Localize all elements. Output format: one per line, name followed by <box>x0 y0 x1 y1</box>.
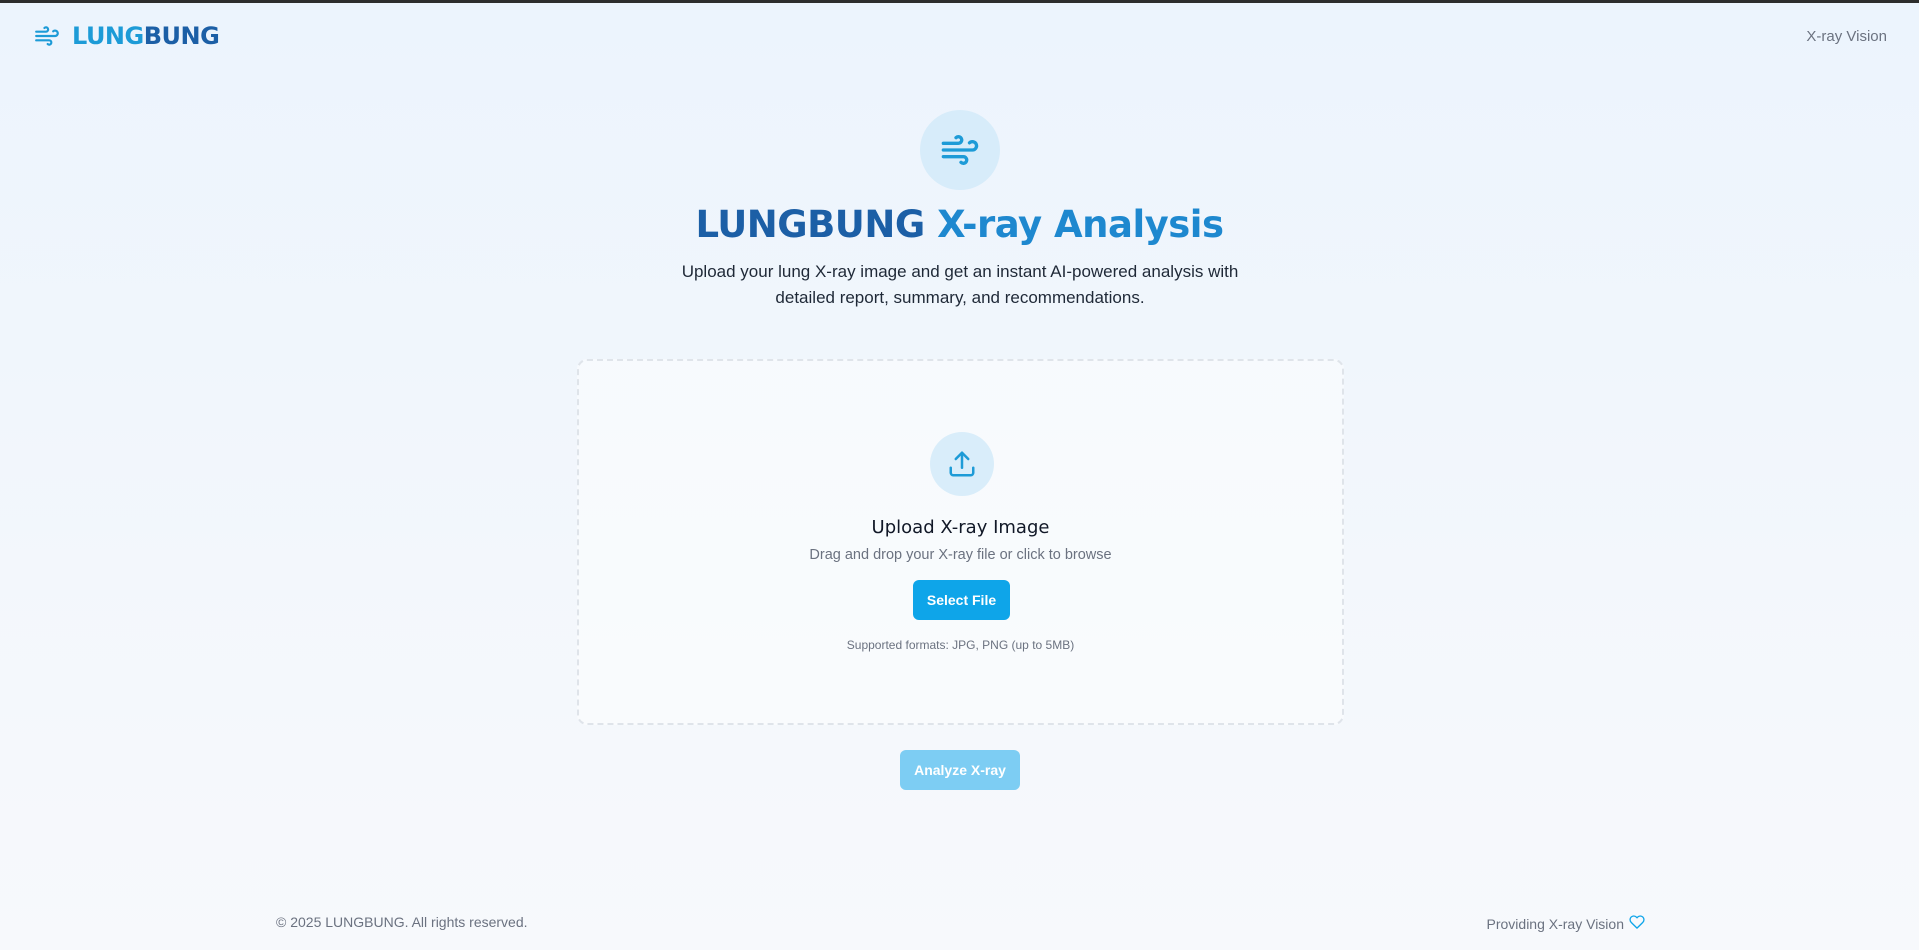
select-file-button[interactable]: Select File <box>913 580 1010 620</box>
dropzone-hint: Drag and drop your X-ray file or click t… <box>809 547 1112 563</box>
brand-logo[interactable]: LUNGBUNG <box>32 22 220 50</box>
dropzone-title: Upload X-ray Image <box>871 517 1050 538</box>
footer-tagline-text: Providing X-ray Vision <box>1486 915 1624 932</box>
brand-name-part1: LUNG <box>72 22 144 50</box>
page-title-brand: LUNGBUNG <box>695 203 925 246</box>
wind-icon <box>941 135 979 165</box>
brand-name: LUNGBUNG <box>72 22 220 50</box>
analyze-xray-button[interactable]: Analyze X-ray <box>900 750 1020 790</box>
hero-wind-icon <box>920 110 1000 190</box>
supported-formats-note: Supported formats: JPG, PNG (up to 5MB) <box>846 638 1075 652</box>
brand-name-part2: BUNG <box>143 22 220 50</box>
page-subtitle: Upload your lung X-ray image and get an … <box>681 262 1239 307</box>
page-title-rest: X-ray Analysis <box>937 203 1224 246</box>
upload-icon <box>930 432 994 496</box>
page-title: LUNGBUNG X-ray Analysis <box>0 203 1919 246</box>
top-header: LUNGBUNG X-ray Vision <box>0 3 1919 69</box>
upload-dropzone[interactable]: Upload X-ray Image Drag and drop your X-… <box>577 359 1344 725</box>
footer-tagline: Providing X-ray Vision <box>1487 914 1645 933</box>
wind-icon <box>32 23 62 49</box>
heart-icon <box>1629 914 1645 933</box>
nav-link-xray-vision[interactable]: X-ray Vision <box>1806 28 1887 45</box>
footer-copyright: © 2025 LUNGBUNG. All rights reserved. <box>276 914 528 930</box>
